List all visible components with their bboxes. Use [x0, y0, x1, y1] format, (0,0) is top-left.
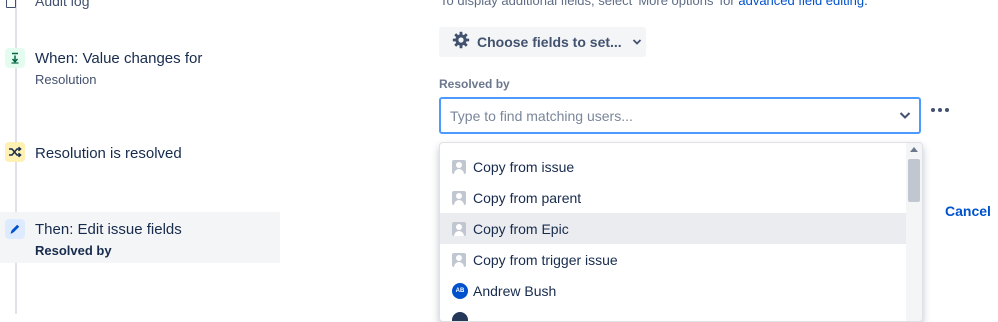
- more-options-button[interactable]: [929, 101, 951, 119]
- user-placeholder-icon: [452, 221, 466, 236]
- trigger-title: When: Value changes for: [35, 50, 203, 67]
- scrollbar-thumb[interactable]: [908, 159, 920, 202]
- condition-step[interactable]: Resolution is resolved: [0, 140, 280, 170]
- field-hint: To display additional fields, select 'Mo…: [440, 0, 868, 8]
- action-subtitle: Resolved by: [35, 243, 112, 258]
- cancel-button[interactable]: Cancel: [945, 203, 991, 219]
- shuffle-icon: [5, 142, 25, 162]
- chevron-down-icon: [632, 33, 642, 51]
- option-label: Copy from issue: [473, 158, 575, 175]
- dropdown-scrollbar[interactable]: [906, 143, 922, 321]
- condition-title: Resolution is resolved: [35, 145, 182, 162]
- dropdown-option-copy-from-parent[interactable]: Copy from parent: [440, 182, 906, 213]
- document-icon: [6, 0, 16, 8]
- audit-log-item[interactable]: Audit log: [6, 0, 89, 11]
- user-search-input[interactable]: [450, 106, 870, 126]
- trigger-step[interactable]: When: Value changes for Resolution: [0, 44, 280, 92]
- resolved-by-select[interactable]: [439, 97, 921, 134]
- choose-fields-button[interactable]: Choose fields to set...: [439, 27, 646, 57]
- action-title: Then: Edit issue fields: [35, 221, 182, 238]
- gear-icon: [452, 31, 470, 54]
- dot: [945, 108, 949, 112]
- action-step[interactable]: Then: Edit issue fields Resolved by: [0, 212, 280, 263]
- trigger-subtitle: Resolution: [35, 72, 97, 87]
- dropdown-option-copy-from-epic[interactable]: Copy from Epic: [440, 213, 906, 244]
- dropdown-option-copy-from-issue[interactable]: Copy from issue: [440, 151, 906, 182]
- user-placeholder-icon: [452, 159, 466, 174]
- choose-fields-label: Choose fields to set...: [477, 34, 622, 50]
- option-label: Andrew Bush: [473, 282, 557, 299]
- scroll-up-arrow-icon[interactable]: [910, 147, 918, 152]
- user-placeholder-icon: [452, 252, 466, 267]
- option-label: Copy from parent: [473, 189, 582, 206]
- dot: [938, 108, 942, 112]
- user-placeholder-icon: [452, 190, 466, 205]
- rule-panel: Audit log When: Value changes for Resolu…: [0, 0, 280, 314]
- trigger-icon: [5, 48, 25, 68]
- option-label: Copy from trigger issue: [473, 251, 618, 268]
- chevron-down-icon[interactable]: [898, 109, 912, 127]
- dot: [931, 108, 935, 112]
- resolved-by-label: Resolved by: [439, 77, 510, 91]
- dropdown-option-copy-from-trigger-issue[interactable]: Copy from trigger issue: [440, 244, 906, 275]
- audit-log-label: Audit log: [35, 0, 90, 9]
- field-hint-text: To display additional fields, select 'Mo…: [440, 0, 735, 8]
- user-avatar: AB: [452, 282, 468, 299]
- dropdown-option-andrew-bush[interactable]: AB Andrew Bush: [440, 275, 906, 306]
- user-dropdown-menu: Copy from issue Copy from parent Copy fr…: [439, 142, 923, 322]
- advanced-field-editing-link[interactable]: advanced field editing.: [738, 0, 867, 8]
- option-label: Copy from Epic: [473, 220, 569, 237]
- pencil-icon: [5, 219, 25, 239]
